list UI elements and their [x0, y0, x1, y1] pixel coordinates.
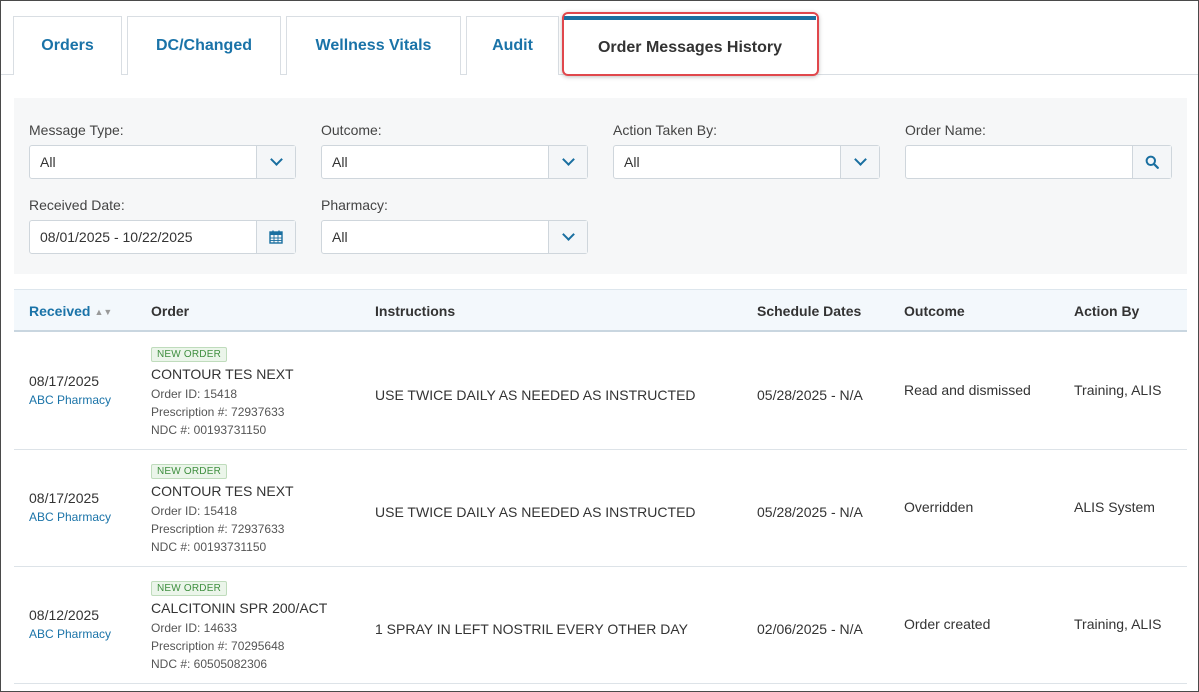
- message-type-value: All: [40, 154, 56, 170]
- ndc-number: NDC #: 00193731150: [151, 540, 267, 554]
- action-taken-by-label: Action Taken By:: [613, 122, 718, 138]
- schedule-dates-cell: 05/28/2025 - N/A: [757, 504, 863, 520]
- pharmacy-select[interactable]: All: [321, 220, 588, 254]
- action-taken-by-select[interactable]: All: [613, 145, 880, 179]
- chevron-down-icon[interactable]: [548, 221, 587, 253]
- received-date-label: Received Date:: [29, 197, 125, 213]
- outcome-cell: Order created: [904, 616, 991, 632]
- outcome-cell: Read and dismissed: [904, 382, 1031, 398]
- action-by-cell: Training, ALIS: [1074, 382, 1162, 398]
- column-outcome: Outcome: [904, 303, 965, 319]
- schedule-dates-cell: 02/06/2025 - N/A: [757, 621, 863, 637]
- column-schedule-dates: Schedule Dates: [757, 303, 862, 319]
- received-cell: 08/12/2025 ABC Pharmacy: [29, 607, 111, 641]
- received-cell: 08/17/2025 ABC Pharmacy: [29, 373, 111, 407]
- order-name-input[interactable]: [905, 145, 1172, 179]
- order-id: Order ID: 14633: [151, 621, 238, 635]
- ndc-number: NDC #: 00193731150: [151, 423, 267, 437]
- tab-audit[interactable]: Audit: [466, 16, 559, 75]
- table-row[interactable]: 08/17/2025 ABC Pharmacy NEW ORDER CONTOU…: [14, 333, 1187, 450]
- outcome-label: Outcome:: [321, 122, 382, 138]
- search-button[interactable]: [1132, 146, 1171, 178]
- received-date-input[interactable]: 08/01/2025 - 10/22/2025: [29, 220, 296, 254]
- order-id: Order ID: 15418: [151, 387, 238, 401]
- calendar-icon: [269, 230, 283, 244]
- action-by-cell: ALIS System: [1074, 499, 1155, 515]
- action-by-cell: Training, ALIS: [1074, 616, 1162, 632]
- order-name-label: Order Name:: [905, 122, 986, 138]
- chevron-down-icon[interactable]: [256, 146, 295, 178]
- pharmacy-name: ABC Pharmacy: [29, 510, 112, 524]
- column-action-by: Action By: [1074, 303, 1140, 319]
- tab-orders[interactable]: Orders: [13, 16, 122, 75]
- order-name: CONTOUR TES NEXT: [151, 366, 294, 382]
- instructions-cell: 1 SPRAY IN LEFT NOSTRIL EVERY OTHER DAY: [375, 621, 689, 637]
- tab-bar: Orders DC/Changed Wellness Vitals Audit …: [1, 1, 1198, 76]
- instructions-cell: USE TWICE DAILY AS NEEDED AS INSTRUCTED: [375, 387, 696, 403]
- prescription-number: Prescription #: 72937633: [151, 405, 285, 419]
- chevron-down-icon[interactable]: [548, 146, 587, 178]
- table-row[interactable]: 08/12/2025 ABC Pharmacy NEW ORDER CALCIT…: [14, 567, 1187, 684]
- new-order-badge: NEW ORDER: [151, 581, 228, 596]
- action-taken-by-value: All: [624, 154, 640, 170]
- tab-wellness-vitals[interactable]: Wellness Vitals: [286, 16, 461, 75]
- search-icon: [1145, 155, 1159, 169]
- received-date-value: 08/01/2025 - 10/22/2025: [40, 229, 193, 245]
- outcome-select[interactable]: All: [321, 145, 588, 179]
- outcome-value: All: [332, 154, 348, 170]
- received-date: 08/17/2025: [29, 373, 100, 389]
- filter-panel: Message Type: All Outcome: All Action Ta…: [14, 98, 1187, 274]
- pharmacy-name: ABC Pharmacy: [29, 393, 112, 407]
- prescription-number: Prescription #: 70295648: [151, 639, 285, 653]
- new-order-badge: NEW ORDER: [151, 347, 228, 362]
- column-order: Order: [151, 303, 190, 319]
- message-type-label: Message Type:: [29, 122, 124, 138]
- tab-order-messages-history[interactable]: Order Messages History: [564, 16, 816, 76]
- column-received-label: Received: [29, 303, 91, 319]
- received-cell: 08/17/2025 ABC Pharmacy: [29, 490, 111, 524]
- ndc-number: NDC #: 60505082306: [151, 657, 268, 671]
- order-id: Order ID: 15418: [151, 504, 238, 518]
- column-instructions: Instructions: [375, 303, 456, 319]
- received-date: 08/12/2025: [29, 607, 100, 623]
- app-frame: Orders DC/Changed Wellness Vitals Audit …: [0, 0, 1199, 692]
- chevron-down-icon[interactable]: [840, 146, 879, 178]
- pharmacy-value: All: [332, 229, 348, 245]
- table-row[interactable]: 08/17/2025 ABC Pharmacy NEW ORDER CONTOU…: [14, 450, 1187, 567]
- schedule-dates-cell: 05/28/2025 - N/A: [757, 387, 863, 403]
- instructions-cell: USE TWICE DAILY AS NEEDED AS INSTRUCTED: [375, 504, 696, 520]
- pharmacy-name: ABC Pharmacy: [29, 627, 112, 641]
- order-name: CALCITONIN SPR 200/ACT: [151, 600, 328, 616]
- new-order-badge: NEW ORDER: [151, 464, 228, 479]
- message-type-select[interactable]: All: [29, 145, 296, 179]
- calendar-button[interactable]: [256, 221, 295, 253]
- prescription-number: Prescription #: 72937633: [151, 522, 285, 536]
- received-date: 08/17/2025: [29, 490, 100, 506]
- sort-icon[interactable]: ▲▼: [94, 307, 112, 317]
- order-name: CONTOUR TES NEXT: [151, 483, 294, 499]
- tab-dc-changed[interactable]: DC/Changed: [127, 16, 281, 75]
- pharmacy-label: Pharmacy:: [321, 197, 388, 213]
- outcome-cell: Overridden: [904, 499, 974, 515]
- table-header: Received ▲▼ Order Instructions Schedule D…: [14, 289, 1187, 332]
- column-received[interactable]: Received ▲▼: [29, 303, 112, 319]
